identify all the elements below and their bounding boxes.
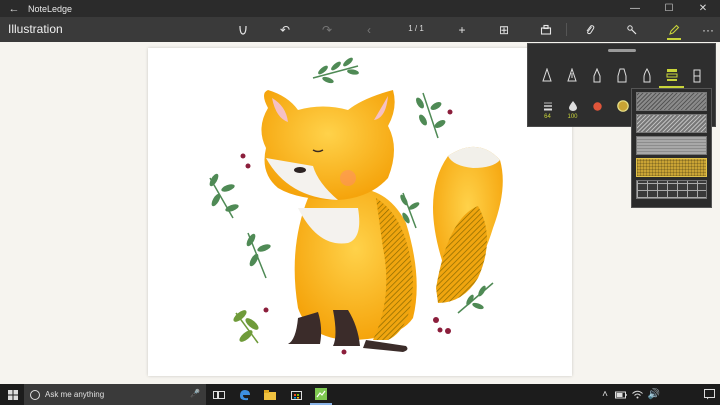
stroke-size-icon xyxy=(543,99,553,113)
opacity-drop-icon xyxy=(568,99,577,113)
minimize-button[interactable]: — xyxy=(618,0,652,17)
noteledge-app-icon[interactable] xyxy=(310,384,332,405)
texture-dropdown xyxy=(631,88,712,208)
brush-pen-icon[interactable] xyxy=(634,64,659,88)
lasso-icon[interactable] xyxy=(231,17,255,42)
close-button[interactable]: ✕ xyxy=(686,0,720,17)
search-placeholder: Ask me anything xyxy=(45,390,105,399)
insert-media-icon[interactable] xyxy=(534,17,558,42)
document-title: Illustration xyxy=(8,22,63,36)
maximize-button[interactable]: ☐ xyxy=(652,0,686,17)
eraser-icon[interactable] xyxy=(684,64,709,88)
color-picker[interactable] xyxy=(585,99,610,120)
texture-option-gold-crosshatch[interactable] xyxy=(636,158,707,177)
window-controls: — ☐ ✕ xyxy=(618,0,720,17)
texture-option-horizontal-lines[interactable] xyxy=(636,136,707,155)
app-toolbar: Illustration ↶ ↷ ‹ 1 / 1 + ⊞ ··· xyxy=(0,17,720,42)
calligraphy-pen-icon[interactable] xyxy=(559,64,584,88)
opacity-control[interactable]: 100 xyxy=(560,99,585,120)
texture-brush-icon[interactable] xyxy=(659,64,684,88)
cortana-icon xyxy=(30,389,40,400)
texture-swatch-icon xyxy=(616,99,629,113)
attachment-icon[interactable] xyxy=(578,17,602,42)
toolbar-divider xyxy=(566,23,567,36)
volume-icon[interactable]: 🔊 xyxy=(643,384,665,405)
title-bar: ← NoteLedge — ☐ ✕ xyxy=(0,0,720,17)
color-swatch-icon xyxy=(593,99,602,113)
fountain-pen-icon[interactable] xyxy=(534,64,559,88)
back-arrow-icon[interactable]: ← xyxy=(0,0,28,17)
task-view-icon[interactable] xyxy=(208,384,230,405)
store-icon[interactable] xyxy=(285,384,307,405)
previous-page-icon[interactable]: ‹ xyxy=(357,17,381,42)
opacity-value: 100 xyxy=(567,114,578,120)
edge-browser-icon[interactable] xyxy=(234,384,256,405)
marker-pen-icon[interactable] xyxy=(609,64,634,88)
action-center-icon[interactable] xyxy=(698,384,720,405)
texture-option-coarse-hatch[interactable] xyxy=(636,92,707,111)
pen-control-row: 64 100 xyxy=(535,99,635,120)
fine-pen-icon[interactable] xyxy=(584,64,609,88)
pen-settings-icon[interactable] xyxy=(620,17,644,42)
file-explorer-icon[interactable] xyxy=(259,384,281,405)
size-control[interactable]: 64 xyxy=(535,99,560,120)
add-page-icon[interactable]: + xyxy=(450,17,474,42)
more-options-icon[interactable]: ··· xyxy=(696,17,720,42)
start-windows-icon[interactable] xyxy=(2,384,24,405)
app-title: NoteLedge xyxy=(28,3,73,14)
undo-icon[interactable]: ↶ xyxy=(273,17,297,42)
redo-icon[interactable]: ↷ xyxy=(315,17,339,42)
texture-option-fine-hatch[interactable] xyxy=(636,114,707,133)
pen-type-row xyxy=(534,64,709,88)
windows-taskbar: Ask me anything 🎤 ˄ 🔊 xyxy=(0,384,720,405)
panel-grip-handle[interactable] xyxy=(608,49,636,52)
pen-tool-icon[interactable] xyxy=(662,17,686,42)
texture-option-grid[interactable] xyxy=(636,180,707,199)
microphone-icon[interactable]: 🎤 xyxy=(190,389,200,398)
size-value: 64 xyxy=(544,114,551,120)
fox-illustration xyxy=(209,57,503,355)
grid-view-icon[interactable]: ⊞ xyxy=(492,17,516,42)
drawing-canvas[interactable] xyxy=(148,48,572,376)
page-indicator: 1 / 1 xyxy=(408,24,424,33)
cortana-search-box[interactable]: Ask me anything 🎤 xyxy=(24,384,206,405)
